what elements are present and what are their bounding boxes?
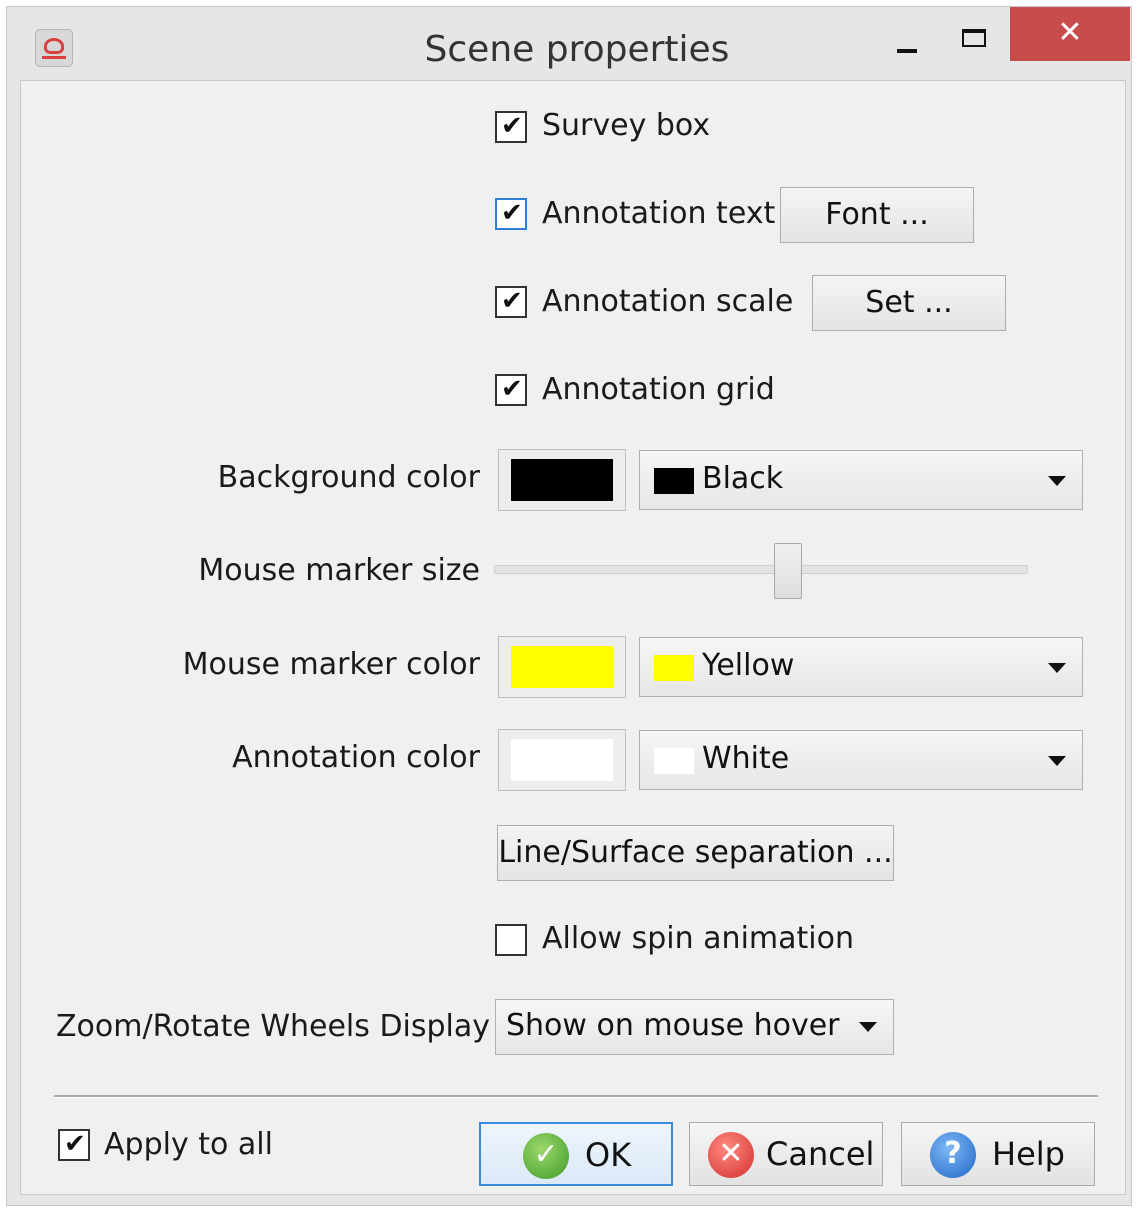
chevron-down-icon [1048,476,1066,486]
annotation-scale-checkbox[interactable]: ✔ [495,286,527,318]
annotation-color-value: White [702,741,790,776]
slider-thumb[interactable] [774,543,802,599]
check-icon: ✔ [501,111,523,141]
wheels-display-value: Show on mouse hover [506,1008,840,1043]
mouse-marker-color-label: Mouse marker color [182,647,480,682]
chevron-down-icon [859,1022,877,1032]
cancel-button[interactable]: ✕ Cancel [689,1122,883,1186]
wheels-display-label: Zoom/Rotate Wheels Display [56,1009,491,1044]
apply-to-all-checkbox[interactable]: ✔ [58,1129,90,1161]
background-color-chip [654,468,694,494]
minimize-button[interactable] [887,25,931,69]
line-surface-separation-button[interactable]: Line/Surface separation ... [497,825,894,881]
ok-check-icon: ✓ [523,1133,569,1179]
close-button[interactable]: ✕ [1010,7,1130,61]
footer-separator [54,1095,1098,1098]
mouse-marker-size-label: Mouse marker size [198,553,480,588]
annotation-text-checkbox[interactable]: ✔ [495,198,527,230]
survey-box-label: Survey box [542,108,711,143]
help-label: Help [992,1135,1065,1173]
annotation-color-swatch-button[interactable] [498,729,626,791]
mouse-marker-color-swatch-button[interactable] [498,636,626,698]
background-color-value: Black [702,461,784,496]
annotation-color-select[interactable]: White [639,730,1083,790]
close-icon: ✕ [1057,15,1083,50]
ok-label: OK [585,1136,632,1174]
title-bar: Scene properties ✕ [7,7,1131,87]
mouse-marker-size-slider[interactable] [494,565,1028,574]
background-color-swatch [511,459,613,501]
mouse-marker-color-select[interactable]: Yellow [639,637,1083,697]
mouse-marker-color-value: Yellow [702,648,795,683]
annotation-scale-label: Annotation scale [542,284,794,319]
mouse-marker-color-chip [654,655,694,681]
mouse-marker-color-swatch [511,646,613,688]
annotation-color-chip [654,748,694,774]
background-color-label: Background color [217,460,480,495]
chevron-down-icon [1048,756,1066,766]
ok-button[interactable]: ✓ OK [479,1122,673,1186]
background-color-swatch-button[interactable] [498,449,626,511]
cancel-x-icon: ✕ [708,1132,754,1178]
check-icon: ✔ [501,374,523,404]
cancel-label: Cancel [766,1135,875,1173]
set-scale-button[interactable]: Set ... [812,275,1006,331]
survey-box-checkbox[interactable]: ✔ [495,111,527,143]
annotation-color-swatch [511,739,613,781]
annotation-text-label: Annotation text [542,196,776,231]
check-icon: ✔ [501,286,523,316]
font-button[interactable]: Font ... [780,187,974,243]
apply-to-all-label: Apply to all [104,1127,273,1162]
wheels-display-select[interactable]: Show on mouse hover [495,999,894,1055]
help-button[interactable]: ? Help [901,1122,1095,1186]
background-color-select[interactable]: Black [639,450,1083,510]
check-icon: ✔ [64,1129,86,1159]
maximize-button[interactable] [954,23,998,67]
check-icon: ✔ [501,198,523,228]
spin-animation-checkbox[interactable] [495,924,527,956]
chevron-down-icon [1048,663,1066,673]
annotation-color-label: Annotation color [232,740,480,775]
annotation-grid-checkbox[interactable]: ✔ [495,374,527,406]
spin-animation-label: Allow spin animation [542,921,854,956]
annotation-grid-label: Annotation grid [542,372,775,407]
help-question-icon: ? [930,1132,976,1178]
